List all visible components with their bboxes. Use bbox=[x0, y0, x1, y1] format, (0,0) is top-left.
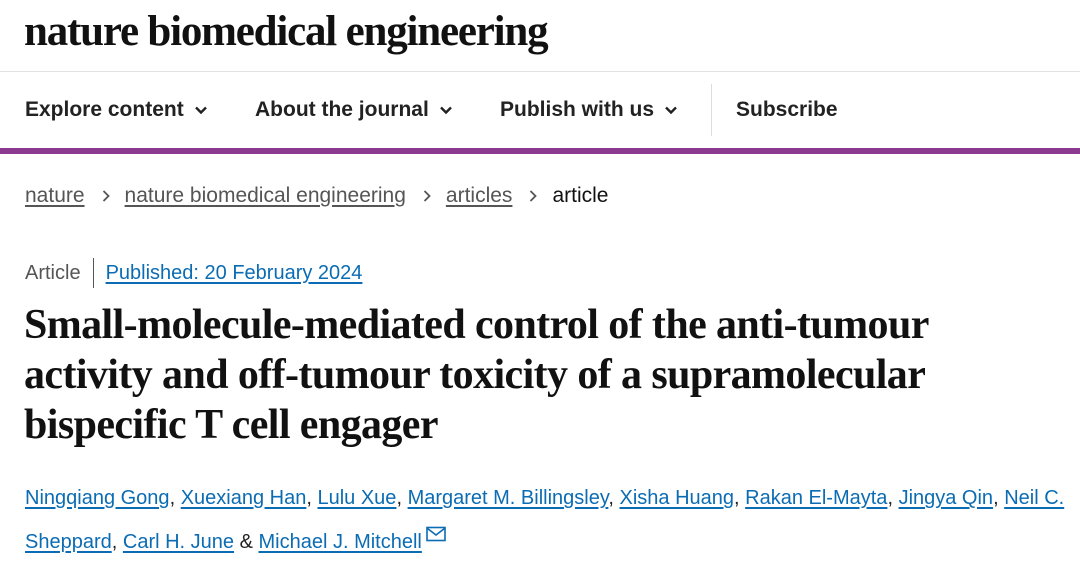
author-link[interactable]: Margaret M. Billingsley bbox=[408, 487, 609, 509]
breadcrumb: nature nature biomedical engineering art… bbox=[25, 181, 608, 211]
author-link[interactable]: Xuexiang Han bbox=[181, 487, 307, 509]
meta-divider bbox=[92, 258, 94, 288]
nav-publish-with-us[interactable]: Publish with us bbox=[500, 72, 678, 148]
nav-item-label: Publish with us bbox=[500, 98, 655, 121]
author-list: Ningqiang Gong, Xuexiang Han, Lulu Xue, … bbox=[25, 476, 1065, 564]
nav-about-the-journal[interactable]: About the journal bbox=[255, 72, 453, 148]
article-type: Article bbox=[25, 261, 81, 284]
author-separator: , bbox=[111, 531, 123, 553]
nav-subscribe[interactable]: Subscribe bbox=[736, 72, 838, 148]
breadcrumb-link-nature[interactable]: nature bbox=[25, 184, 85, 208]
main-nav: Explore content About the journal Publis… bbox=[0, 72, 1080, 148]
author-separator: , bbox=[396, 487, 408, 509]
nav-item-label: Explore content bbox=[25, 98, 184, 121]
author-separator: , bbox=[887, 487, 899, 509]
chevron-right-icon bbox=[530, 190, 538, 202]
published-date-link[interactable]: Published: 20 February 2024 bbox=[106, 262, 363, 285]
author-link[interactable]: Rakan El-Mayta bbox=[745, 487, 887, 509]
nav-item-label: Subscribe bbox=[736, 98, 838, 121]
nav-explore-content[interactable]: Explore content bbox=[25, 72, 208, 148]
nav-separator bbox=[711, 84, 712, 136]
breadcrumb-link-journal[interactable]: nature biomedical engineering bbox=[125, 184, 406, 208]
author-separator-last: & bbox=[234, 531, 259, 553]
breadcrumb-current: article bbox=[552, 184, 609, 207]
author-separator: , bbox=[169, 487, 181, 509]
author-link[interactable]: Ningqiang Gong bbox=[25, 487, 170, 509]
journal-logo[interactable]: nature biomedical engineering bbox=[24, 6, 549, 58]
chevron-right-icon bbox=[423, 190, 431, 202]
author-separator: , bbox=[306, 487, 318, 509]
breadcrumb-link-articles[interactable]: articles bbox=[446, 184, 513, 208]
author-link[interactable]: Michael J. Mitchell bbox=[258, 531, 421, 553]
article-title: Small-molecule-mediated control of the a… bbox=[24, 302, 929, 448]
author-separator: , bbox=[608, 487, 620, 509]
chevron-right-icon bbox=[102, 190, 110, 202]
author-link[interactable]: Jingya Qin bbox=[899, 487, 994, 509]
accent-bar bbox=[0, 148, 1080, 154]
author-separator: , bbox=[734, 487, 746, 509]
chevron-down-icon bbox=[194, 106, 207, 115]
nav-item-label: About the journal bbox=[255, 98, 429, 121]
author-separator: , bbox=[993, 487, 1005, 509]
chevron-down-icon bbox=[439, 106, 452, 115]
author-link[interactable]: Carl H. June bbox=[123, 531, 234, 553]
author-link[interactable]: Xisha Huang bbox=[620, 487, 735, 509]
article-meta: Article Published: 20 February 2024 bbox=[25, 258, 362, 288]
author-list-items: Ningqiang Gong, Xuexiang Han, Lulu Xue, … bbox=[25, 487, 1064, 553]
chevron-down-icon bbox=[665, 106, 677, 115]
mail-icon[interactable] bbox=[426, 526, 446, 542]
author-link[interactable]: Lulu Xue bbox=[317, 487, 396, 509]
